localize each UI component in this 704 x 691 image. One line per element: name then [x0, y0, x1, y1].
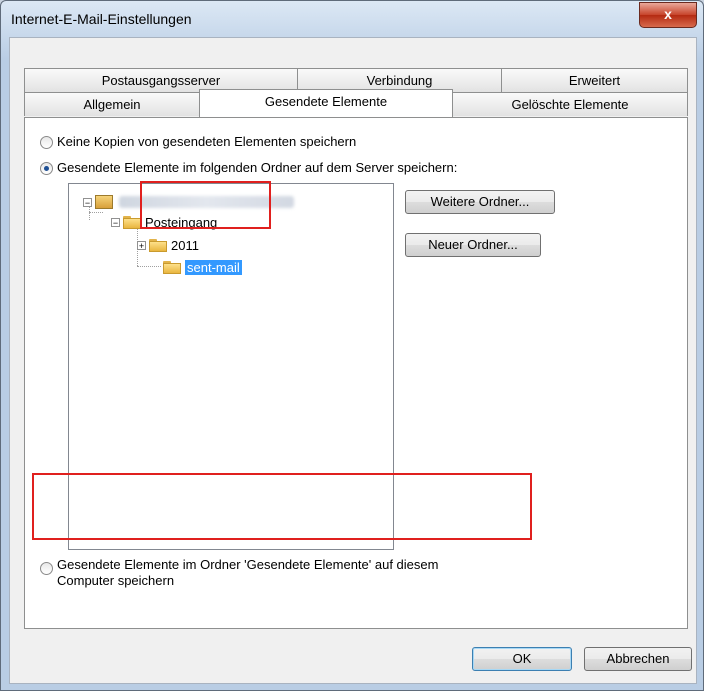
tree-line — [89, 212, 103, 213]
option-label: Keine Kopien von gesendeten Elementen sp… — [57, 134, 357, 149]
ok-button[interactable]: OK — [472, 647, 572, 671]
annotation-box-empty-area — [32, 473, 532, 540]
mailbox-icon — [95, 195, 113, 209]
tab-label: Postausgangsserver — [101, 73, 221, 88]
option-label: Gesendete Elemente im Ordner 'Gesendete … — [57, 557, 438, 589]
title-bar[interactable]: Internet-E-Mail-Einstellungen x — [1, 1, 703, 31]
tab-label: Allgemein — [83, 97, 141, 112]
folder-icon — [123, 215, 141, 229]
tree-node-label: 2011 — [171, 237, 199, 253]
tab-label: Gelöschte Elemente — [511, 97, 629, 112]
tab-label: Verbindung — [366, 73, 433, 88]
collapse-icon[interactable]: − — [111, 217, 120, 227]
folder-icon — [149, 238, 167, 252]
tree-line — [137, 266, 161, 267]
cancel-button[interactable]: Abbrechen — [584, 647, 692, 671]
radio-local-folder[interactable] — [40, 562, 53, 575]
option-no-copies[interactable]: Keine Kopien von gesendeten Elementen sp… — [40, 134, 356, 149]
tab-geloeschte-elemente[interactable]: Gelöschte Elemente — [452, 92, 688, 116]
option-label-line2: Computer speichern — [57, 573, 175, 588]
new-folder-button[interactable]: Neuer Ordner... — [405, 233, 541, 257]
tab-allgemein[interactable]: Allgemein — [24, 92, 200, 116]
tab-gesendete-elemente[interactable]: Gesendete Elemente — [199, 89, 453, 117]
tree-node-2011[interactable]: + 2011 — [137, 236, 199, 254]
radio-server-folder[interactable] — [40, 162, 53, 175]
window-title: Internet-E-Mail-Einstellungen — [11, 11, 192, 27]
tree-node-label: sent-mail — [185, 259, 242, 275]
option-server-folder[interactable]: Gesendete Elemente im folgenden Ordner a… — [40, 160, 457, 175]
option-label-line1: Gesendete Elemente im Ordner 'Gesendete … — [57, 557, 439, 572]
close-button[interactable]: x — [639, 2, 697, 28]
tab-erweitert[interactable]: Erweitert — [501, 68, 688, 92]
option-label: Gesendete Elemente im folgenden Ordner a… — [57, 160, 458, 175]
tree-node-sent-mail[interactable]: sent-mail — [163, 258, 242, 276]
folder-icon — [163, 260, 181, 274]
collapse-icon[interactable]: − — [83, 197, 92, 207]
option-local-folder[interactable]: Gesendete Elemente im Ordner 'Gesendete … — [40, 557, 438, 589]
tab-label: Gesendete Elemente — [264, 94, 388, 109]
expand-icon[interactable]: + — [137, 240, 146, 250]
radio-no-copies[interactable] — [40, 136, 53, 149]
more-folders-button[interactable]: Weitere Ordner... — [405, 190, 555, 214]
annotation-box-account — [140, 181, 271, 229]
tab-label: Erweitert — [568, 73, 621, 88]
